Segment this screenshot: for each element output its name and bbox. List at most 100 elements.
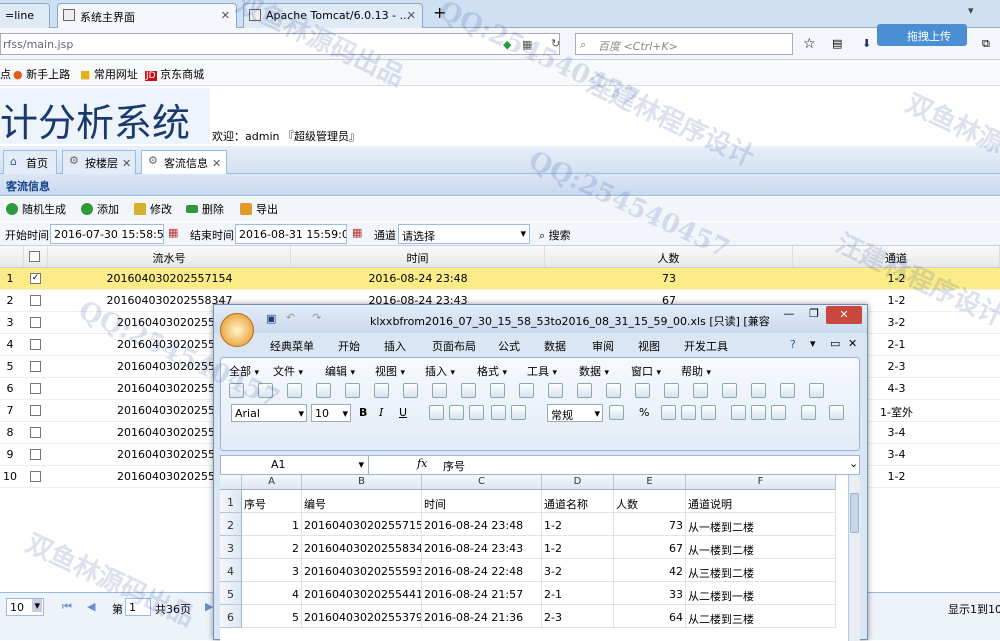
drawing-icon[interactable] (780, 383, 795, 398)
menu-item[interactable]: 窗口 ▾ (631, 363, 661, 379)
name-box[interactable]: A1 ▾ (221, 456, 369, 474)
close-icon[interactable]: ✕ (122, 157, 131, 170)
sheet-cell[interactable]: 64 (614, 605, 686, 628)
sheet-cell[interactable]: 人数 (614, 490, 686, 513)
new-tab-button[interactable]: + (433, 3, 446, 22)
column-letter-header[interactable]: E (614, 475, 686, 490)
align-center-icon[interactable] (449, 405, 464, 420)
sheet-cell[interactable]: 2016-08-24 21:36 (422, 605, 542, 628)
sheet-cell[interactable]: 序号 (242, 490, 302, 513)
decrease-decimal-icon[interactable] (701, 405, 716, 420)
select-all-checkbox[interactable] (29, 251, 40, 262)
vertical-scrollbar[interactable] (848, 475, 860, 641)
open-icon[interactable] (258, 383, 273, 398)
minimize-icon[interactable]: — (779, 307, 799, 320)
row-checkbox[interactable] (30, 383, 41, 394)
menu-item[interactable]: 帮助 ▾ (681, 363, 711, 379)
sheet-cell[interactable]: 从二楼到三楼 (686, 605, 836, 628)
italic-button[interactable]: I (379, 406, 383, 419)
close-icon[interactable]: ✕ (848, 337, 857, 350)
close-tab-icon[interactable]: ✕ (407, 9, 416, 22)
favorite-item-common[interactable]: ■ 常用网址 (80, 66, 138, 82)
column-header[interactable]: 时间 (291, 246, 545, 268)
autosum-icon[interactable] (635, 383, 650, 398)
row-checkbox[interactable] (30, 427, 41, 438)
menu-item[interactable]: 数据 ▾ (579, 363, 609, 379)
browser-tab-3[interactable]: Apache Tomcat/6.0.13 - ... ✕ (243, 3, 423, 28)
select-all-header[interactable] (24, 246, 48, 268)
channel-select[interactable]: 请选择 ▾ (398, 224, 530, 244)
chevron-down-icon[interactable]: ▾ (810, 337, 816, 350)
sheet-cell[interactable]: 201604030202554415 (302, 582, 422, 605)
align-right-icon[interactable] (469, 405, 484, 420)
ribbon-tab[interactable]: 页面布局 (432, 338, 476, 354)
menu-item[interactable]: 插入 ▾ (425, 363, 455, 379)
border-icon[interactable] (771, 405, 786, 420)
row-checkbox[interactable] (30, 361, 41, 372)
row-header[interactable]: 4 (220, 559, 242, 582)
chart-icon[interactable] (751, 383, 766, 398)
new-icon[interactable] (229, 383, 244, 398)
row-header[interactable]: 2 (220, 513, 242, 536)
sheet-cell[interactable]: 67 (614, 536, 686, 559)
menu-item[interactable]: 全部 ▾ (229, 363, 259, 379)
chevron-down-icon[interactable]: ▾ (968, 4, 974, 17)
sheet-cell[interactable]: 通道说明 (686, 490, 836, 513)
menu-item[interactable]: 文件 ▾ (273, 363, 303, 379)
sheet-cell[interactable]: 2016-08-24 23:48 (422, 513, 542, 536)
copy-icon[interactable] (461, 383, 476, 398)
paste-icon[interactable] (490, 383, 505, 398)
column-letter-header[interactable]: B (302, 475, 422, 490)
sheet-cell[interactable]: 2016-08-24 21:57 (422, 582, 542, 605)
sheet-cell[interactable]: 从一楼到二楼 (686, 513, 836, 536)
underline-button[interactable]: U (399, 406, 407, 419)
sheet-cell[interactable]: 2016-08-24 23:43 (422, 536, 542, 559)
scrollbar-thumb[interactable] (850, 493, 859, 533)
menu-item[interactable]: 视图 ▾ (375, 363, 405, 379)
row-checkbox[interactable] (30, 449, 41, 460)
ribbon-tab[interactable]: 公式 (498, 338, 520, 354)
browser-tab-1[interactable]: =line (0, 3, 50, 28)
permission-icon[interactable] (316, 383, 331, 398)
column-header[interactable]: 人数 (545, 246, 793, 268)
table-row[interactable]: 1 ✓ 201604030202557154 2016-08-24 23:48 73 1-… (0, 268, 1000, 290)
row-checkbox[interactable] (30, 405, 41, 416)
redo-icon[interactable] (577, 383, 592, 398)
row-header[interactable]: 5 (220, 582, 242, 605)
sheet-cell[interactable]: 通道名称 (542, 490, 614, 513)
ribbon-tab[interactable]: 开发工具 (684, 338, 728, 354)
save-icon[interactable] (287, 383, 302, 398)
menu-item[interactable]: 工具 ▾ (527, 363, 557, 379)
function-icon[interactable] (664, 383, 679, 398)
sheet-cell[interactable]: 33 (614, 582, 686, 605)
row-checkbox[interactable] (30, 339, 41, 350)
sheet-cell[interactable]: 从一楼到二楼 (686, 536, 836, 559)
ribbon-tab[interactable]: 开始 (338, 338, 360, 354)
function-icon[interactable]: fx (417, 457, 427, 470)
calendar-icon[interactable]: ▦ (168, 226, 178, 239)
sheet-cell[interactable]: 201604030202558347 (302, 536, 422, 559)
end-time-input[interactable]: 2016-08-31 15:59:00 (235, 224, 347, 244)
decrease-indent-icon[interactable] (731, 405, 746, 420)
search-button[interactable]: ⌕ 搜索 (539, 227, 571, 243)
expand-icon[interactable]: ⌄ (849, 457, 858, 470)
tab-home[interactable]: ⌂ 首页 (3, 150, 57, 174)
column-letter-header[interactable]: D (542, 475, 614, 490)
extensions-icon[interactable]: ⧉ (982, 37, 990, 51)
undo-icon[interactable] (548, 383, 563, 398)
wrap-text-icon[interactable] (511, 405, 526, 420)
row-checkbox[interactable]: ✓ (30, 273, 41, 284)
percent-button[interactable]: % (639, 406, 649, 419)
row-header[interactable]: 6 (220, 605, 242, 628)
increase-indent-icon[interactable] (751, 405, 766, 420)
sheet-cell[interactable]: 201604030202553792 (302, 605, 422, 628)
page-number-input[interactable]: 1 (125, 598, 151, 616)
sort-ascending-icon[interactable] (693, 383, 708, 398)
format-painter-icon[interactable] (519, 383, 534, 398)
close-tab-icon[interactable]: ✕ (221, 9, 230, 22)
fill-color-icon[interactable] (801, 405, 816, 420)
sheet-cell[interactable]: 73 (614, 513, 686, 536)
close-icon[interactable]: ✕ (212, 157, 221, 170)
worksheet[interactable]: ABCDEF 1 序号 编号 时间 通道名称 人数 通道说明 2 1 20160403020255… (220, 475, 848, 641)
menu-item[interactable]: 编辑 ▾ (325, 363, 355, 379)
